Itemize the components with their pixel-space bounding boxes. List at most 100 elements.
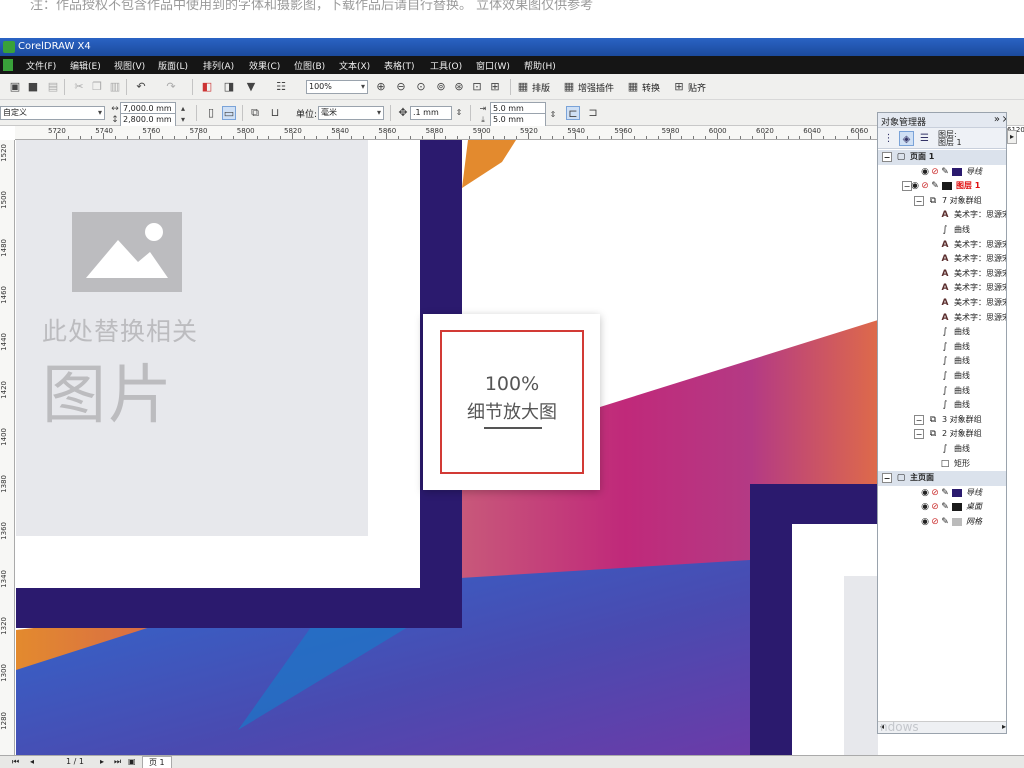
visibility-eye-icon[interactable]: ◉	[920, 502, 930, 512]
zoom-select[interactable]: 100%	[306, 80, 368, 94]
editable-pencil-icon[interactable]: ✎	[930, 181, 940, 191]
zoom-selected-icon[interactable]: ⊙	[414, 80, 428, 94]
first-page-icon[interactable]: ⏮	[12, 757, 19, 767]
layer-color-swatch[interactable]	[952, 167, 962, 176]
cut-icon[interactable]: ✂	[72, 80, 86, 94]
menu-tools[interactable]: 工具(O)	[430, 59, 462, 72]
next-page-icon[interactable]: ▸	[100, 757, 104, 766]
show-properties-icon[interactable]: ⋮	[881, 131, 896, 146]
menu-file[interactable]: 文件(F)	[26, 59, 56, 72]
paste-icon[interactable]: ▥	[108, 80, 122, 94]
menu-window[interactable]: 窗口(W)	[476, 59, 510, 72]
zoom-page-icon[interactable]: ⊛	[452, 80, 466, 94]
object-tree-row[interactable]: ∫ 曲线	[878, 398, 1006, 413]
document-icon[interactable]	[3, 59, 13, 71]
layer-manager-view-icon[interactable]: ☰	[917, 131, 932, 146]
duplicate-y-field[interactable]: 5.0 mm	[490, 113, 546, 127]
object-tree-row[interactable]: A 美术字：思源宋体	[878, 311, 1006, 326]
object-tree-row[interactable]: A 美术字：思源宋体	[878, 281, 1006, 296]
image-placeholder[interactable]: 此处替换相关 图片	[16, 140, 368, 536]
object-tree-row[interactable]: ∫ 曲线	[878, 369, 1006, 384]
editable-pencil-icon[interactable]: ✎	[940, 502, 950, 512]
printable-icon[interactable]: ⊘	[930, 488, 940, 498]
edit-across-layers-icon[interactable]: ◈	[899, 131, 914, 146]
open-icon[interactable]: ▣	[8, 80, 22, 94]
add-page-icon[interactable]: ▣	[128, 757, 136, 766]
object-tree-row[interactable]: ∫ 曲线	[878, 442, 1006, 457]
menu-arrange[interactable]: 排列(A)	[203, 59, 234, 72]
zoom-out-icon[interactable]: ⊖	[394, 80, 408, 94]
zoom-width-icon[interactable]: ⊡	[470, 80, 484, 94]
object-tree-row[interactable]: ◉ ⊘ ✎ 桌面	[878, 500, 1006, 515]
landscape-icon[interactable]: ▭	[222, 106, 236, 120]
redo-icon[interactable]: ↷	[164, 80, 178, 94]
visibility-eye-icon[interactable]: ◉	[920, 488, 930, 498]
printable-icon[interactable]: ⊘	[920, 181, 930, 191]
snap-button[interactable]: 贴齐	[688, 81, 706, 94]
options-icon[interactable]: ⊐	[586, 106, 600, 120]
object-tree-row[interactable]: A 美术字：思源宋体	[878, 208, 1006, 223]
expand-toggle-icon[interactable]: −	[882, 473, 892, 484]
menu-view[interactable]: 视图(V)	[114, 59, 145, 72]
menu-help[interactable]: 帮助(H)	[524, 59, 556, 72]
all-pages-icon[interactable]: ⧉	[248, 106, 262, 120]
object-tree-row[interactable]: □ 矩形	[878, 457, 1006, 472]
object-tree-row[interactable]: ◉ ⊘ ✎ 网格	[878, 515, 1006, 530]
object-tree-row[interactable]: A 美术字：思源宋体	[878, 252, 1006, 267]
enhance-plugin-button[interactable]: 增强插件	[578, 81, 614, 94]
object-tree-row[interactable]: − ▢ 页面 1	[878, 150, 1006, 165]
editable-pencil-icon[interactable]: ✎	[940, 488, 950, 498]
expand-toggle-icon[interactable]: −	[914, 429, 924, 440]
expand-toggle-icon[interactable]: −	[914, 414, 924, 425]
expand-toggle-icon[interactable]: −	[914, 195, 924, 206]
welcome-screen-icon[interactable]: ☷	[274, 80, 288, 94]
menu-bitmaps[interactable]: 位图(B)	[294, 59, 325, 72]
menu-effects[interactable]: 效果(C)	[249, 59, 280, 72]
enhance-plugin-icon[interactable]: ▦	[562, 80, 576, 94]
object-tree-row[interactable]: − ⧉ 3 对象群组	[878, 413, 1006, 428]
drawing-canvas[interactable]: 此处替换相关 图片 100% 细节放大图	[16, 140, 878, 755]
printable-icon[interactable]: ⊘	[930, 167, 940, 177]
layer-color-swatch[interactable]	[942, 182, 952, 191]
arrange-button[interactable]: 排版	[532, 81, 550, 94]
paper-height-field[interactable]: 2,800.0 mm	[120, 113, 176, 127]
panel-expand-icon[interactable]: ▸	[1007, 130, 1017, 144]
layer-color-swatch[interactable]	[952, 518, 962, 526]
snap-icon[interactable]: ⊞	[672, 80, 686, 94]
printable-icon[interactable]: ⊘	[930, 502, 940, 512]
editable-pencil-icon[interactable]: ✎	[940, 167, 950, 177]
object-tree-row[interactable]: − ⧉ 2 对象群组	[878, 427, 1006, 442]
panel-collapse-icon[interactable]: »	[994, 114, 1000, 125]
object-tree-row[interactable]: A 美术字：思源宋体	[878, 267, 1006, 282]
object-tree-row[interactable]: − ▢ 主页面	[878, 471, 1006, 486]
application-launcher-icon[interactable]: ▼	[244, 80, 258, 94]
visibility-eye-icon[interactable]: ◉	[910, 181, 920, 191]
paper-preset-select[interactable]: 自定义	[0, 106, 105, 120]
layer-color-swatch[interactable]	[952, 503, 962, 512]
object-tree-row[interactable]: ∫ 曲线	[878, 340, 1006, 355]
object-tree-row[interactable]: ∫ 曲线	[878, 325, 1006, 340]
units-select[interactable]: 毫米	[318, 106, 384, 120]
convert-icon[interactable]: ▦	[626, 80, 640, 94]
object-tree-row[interactable]: − ⧉ 7 对象群组	[878, 194, 1006, 209]
copy-icon[interactable]: ❐	[90, 80, 104, 94]
menu-text[interactable]: 文本(X)	[339, 59, 370, 72]
object-tree-row[interactable]: A 美术字：思源宋体	[878, 238, 1006, 253]
visibility-eye-icon[interactable]: ◉	[920, 167, 930, 177]
arrange-icon[interactable]: ▦	[516, 80, 530, 94]
object-tree-row[interactable]: ∫ 曲线	[878, 384, 1006, 399]
object-tree-row[interactable]: A 美术字：思源宋体	[878, 296, 1006, 311]
height-spinner-icon[interactable]: ▾	[176, 113, 190, 127]
print-icon[interactable]: ▤	[46, 80, 60, 94]
import-icon[interactable]: ◧	[200, 80, 214, 94]
object-tree-row[interactable]: − ◉ ⊘ ✎ 图层 1	[878, 179, 1006, 194]
save-icon[interactable]: ■	[26, 80, 40, 94]
convert-button[interactable]: 转换	[642, 81, 660, 94]
last-page-icon[interactable]: ⏭	[114, 757, 121, 767]
export-icon[interactable]: ◨	[222, 80, 236, 94]
treat-as-filled-icon[interactable]: ⊏	[566, 106, 580, 120]
editable-pencil-icon[interactable]: ✎	[940, 517, 950, 527]
expand-toggle-icon[interactable]: −	[882, 152, 892, 162]
menu-layout[interactable]: 版面(L)	[158, 59, 188, 72]
undo-icon[interactable]: ↶	[134, 80, 148, 94]
